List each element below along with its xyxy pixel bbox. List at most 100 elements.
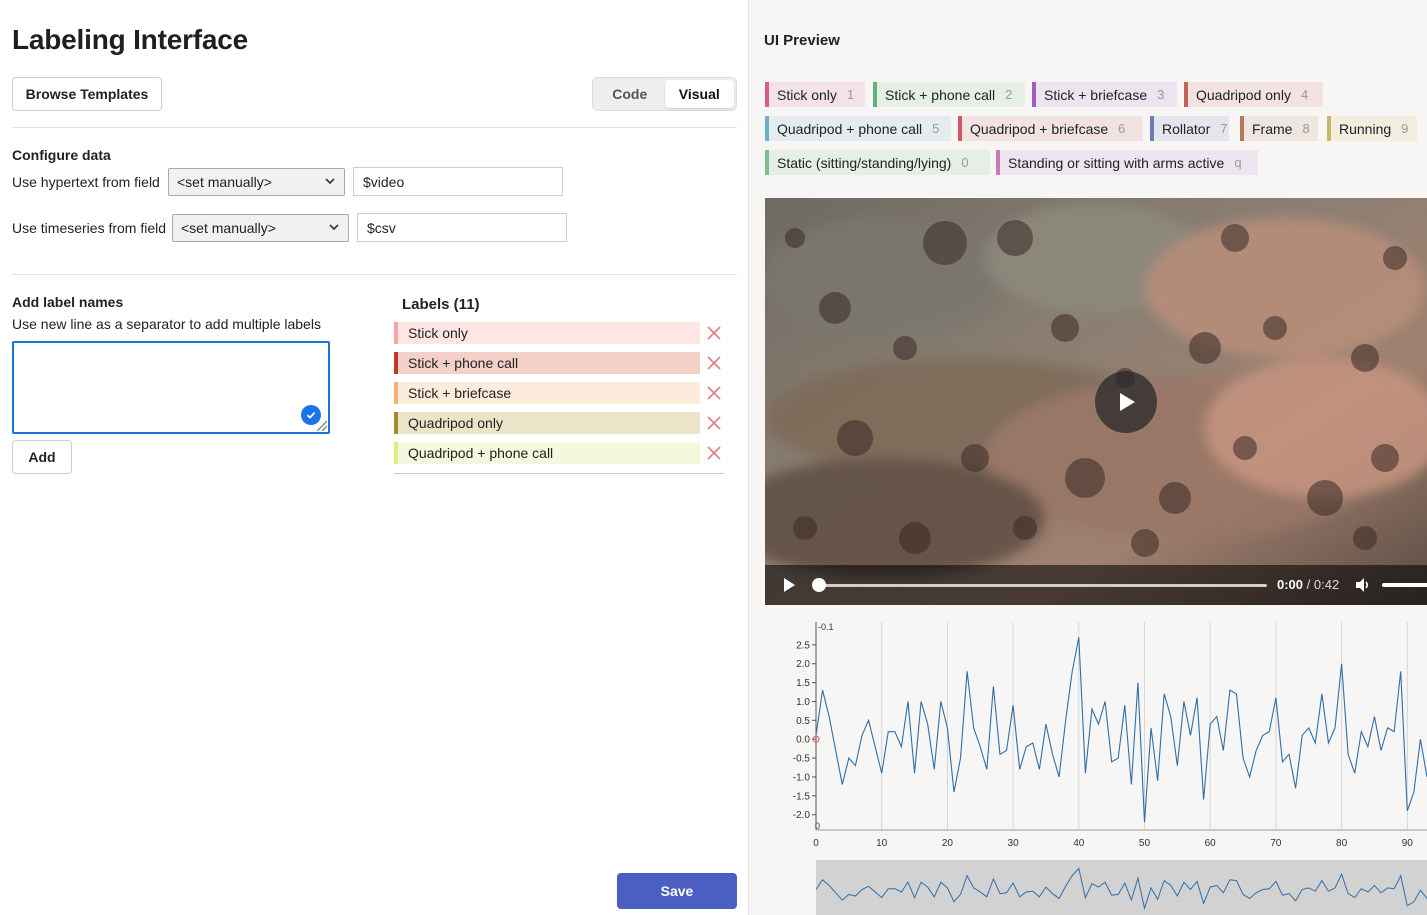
remove-label-icon[interactable] [706,412,722,434]
volume-slider[interactable] [1382,583,1427,587]
label-chip-hotkey: 1 [846,87,855,102]
x-tick-label: 40 [1073,838,1085,849]
label-chip[interactable]: Stick + phone call 2 [873,82,1025,107]
label-chip[interactable]: Rollator 7 [1150,116,1229,141]
tab-code[interactable]: Code [595,80,665,108]
label-name[interactable]: Quadripod only [394,412,700,434]
current-time: 0:00 [1277,577,1304,592]
label-name[interactable]: Stick only [394,322,700,344]
labels-count-heading: Labels (11) [402,296,480,313]
save-button[interactable]: Save [617,873,737,909]
label-chip-hotkey: 0 [961,155,969,170]
label-chip-hotkey: 9 [1401,121,1409,136]
browse-templates-button[interactable]: Browse Templates [12,77,162,111]
label-names-textarea[interactable] [12,341,330,434]
label-chip-hotkey: q [1234,155,1242,170]
label-chip-name: Rollator [1162,120,1211,137]
x-tick-label: 0 [813,838,819,849]
resize-handle-icon[interactable] [317,421,327,431]
play-icon[interactable] [781,577,797,598]
video-progress-handle[interactable] [812,578,826,592]
label-name[interactable]: Stick + phone call [394,352,700,374]
label-chip[interactable]: Quadripod + briefcase 6 [958,116,1143,141]
configure-data-heading: Configure data [12,147,111,163]
hypertext-field-select[interactable]: <set manually> [168,168,345,196]
x-tick-label: 10 [876,838,888,849]
editor-pane: Labeling Interface Browse Templates Code… [0,0,749,915]
timeseries-select-value: <set manually> [181,220,276,236]
timeseries-field-select[interactable]: <set manually> [172,214,349,242]
y-tick-label: 1.0 [796,697,810,708]
video-controls: 0:00 / 0:42 [765,565,1427,605]
timeseries-chart-svg: 0 10 20 30 40 50 60 70 80 90 2.5 2.0 1.5 1.0 0.5 0.0 -0.… [793,622,1427,915]
chevron-down-icon [324,175,336,190]
label-chip[interactable]: Quadripod + phone call 5 [765,116,951,141]
y-tick-label: 1.5 [796,678,810,689]
label-chip[interactable]: Frame 8 [1240,116,1318,141]
label-chip-hotkey: 4 [1300,87,1309,102]
label-chip[interactable]: Running 9 [1327,116,1417,141]
x-tick-label: 30 [1008,838,1020,849]
volume-icon[interactable] [1354,576,1372,599]
y-tick-label: 2.0 [796,659,810,670]
label-chip-hotkey: 2 [1005,87,1013,102]
video-progress-track[interactable] [815,584,1267,587]
page-title: Labeling Interface [12,24,249,55]
x-tick-label: 70 [1270,838,1282,849]
divider [12,127,737,128]
label-row: Stick + briefcase [394,382,724,404]
label-chip[interactable]: Static (sitting/standing/lying) 0 [765,150,990,175]
label-chip-name: Static (sitting/standing/lying) [777,154,952,171]
timeseries-field-input[interactable]: $csv [357,213,567,242]
timeseries-field-label: Use timeseries from field [12,220,167,236]
remove-label-icon[interactable] [706,352,722,374]
y-tick-label: -0.5 [793,754,811,765]
label-chip-name: Frame [1252,120,1293,137]
y-tick-label: -1.5 [793,791,811,802]
label-chip[interactable]: Stick only 1 [765,82,865,107]
video-player[interactable]: 0:00 / 0:42 [765,198,1427,605]
y-tick-label: 0.5 [796,716,810,727]
remove-label-icon[interactable] [706,442,722,464]
divider [12,274,737,275]
y-tick-label: 0.0 [796,735,810,746]
play-overlay-icon[interactable] [1095,371,1157,433]
label-chip[interactable]: Stick + briefcase 3 [1032,82,1177,107]
timeseries-chart[interactable]: 0 10 20 30 40 50 60 70 80 90 2.5 2.0 1.5 1.0 0.5 0.0 -0.… [765,614,1427,915]
remove-label-icon[interactable] [706,322,722,344]
label-chip-name: Stick only [777,86,837,103]
label-chip-name: Quadripod only [1196,86,1291,103]
label-chip-hotkey: 8 [1302,121,1310,136]
series-line [815,637,1427,823]
label-name[interactable]: Quadripod + phone call [394,442,700,464]
hypertext-field-input[interactable]: $video [353,167,563,196]
x-tick-label: 80 [1336,838,1348,849]
y-tick-label: -1.0 [793,772,811,783]
add-labels-button[interactable]: Add [12,440,72,474]
label-name[interactable]: Stick + briefcase [394,382,700,404]
chevron-down-icon [328,221,340,236]
x-tick-label: 90 [1402,838,1414,849]
remove-label-icon[interactable] [706,382,722,404]
label-chip-hotkey: 6 [1118,121,1126,136]
label-row: Quadripod only [394,412,724,434]
label-chip[interactable]: Quadripod only 4 [1184,82,1323,107]
label-row: Stick + phone call [394,352,724,374]
add-labels-heading: Add label names [12,294,124,310]
duration: / 0:42 [1306,577,1340,592]
label-chip-name: Stick + phone call [885,86,996,103]
hypertext-select-value: <set manually> [177,174,272,190]
tab-visual[interactable]: Visual [664,80,734,108]
y-tick-label: 2.5 [796,640,810,651]
y-tick-label: -2.0 [793,810,811,821]
label-chip-hotkey: 5 [932,121,940,136]
x-corner-label: 0 [815,821,820,831]
label-chip-name: Quadripod + phone call [777,120,923,137]
label-chip-hotkey: 7 [1220,121,1228,136]
label-chip-name: Quadripod + briefcase [970,120,1109,137]
label-chip-name: Standing or sitting with arms active [1008,154,1225,171]
label-row: Quadripod + phone call [394,442,724,464]
label-chip-name: Running [1339,120,1392,137]
y-top-label: -0.1 [818,622,834,632]
label-chip[interactable]: Standing or sitting with arms active q [996,150,1258,175]
